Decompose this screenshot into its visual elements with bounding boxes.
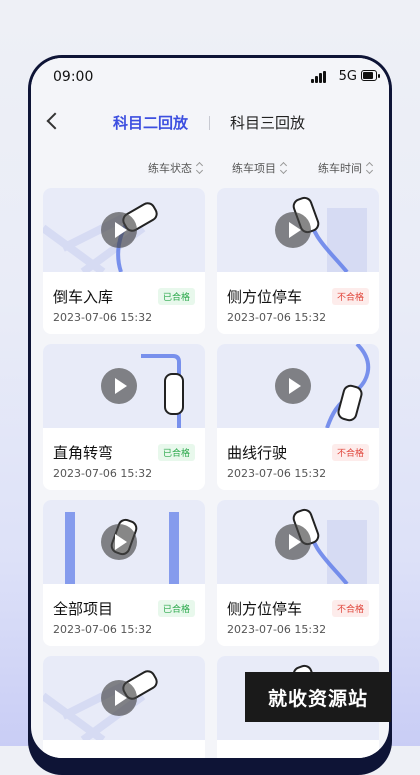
sort-arrows-icon bbox=[196, 163, 204, 173]
back-chevron-icon[interactable] bbox=[41, 108, 65, 134]
status-time: 09:00 bbox=[53, 69, 94, 85]
tab-divider bbox=[209, 116, 210, 130]
card-title: 全部项目 bbox=[53, 600, 114, 618]
status-badge: 已合格 bbox=[157, 444, 195, 461]
card-title: 侧方位停车 bbox=[227, 600, 303, 618]
replay-thumbnail bbox=[43, 656, 205, 740]
battery-icon bbox=[361, 70, 380, 81]
top-nav: 科目二回放 科目三回放 bbox=[31, 102, 389, 142]
tab-subject-three-replay[interactable]: 科目三回放 bbox=[230, 112, 305, 133]
filter-practice-time[interactable]: 练车时间 bbox=[318, 160, 374, 176]
watermark-label: 就收资源站 bbox=[245, 672, 391, 722]
card-date: 2023-07-06 15:32 bbox=[227, 311, 327, 324]
signal-icon bbox=[311, 71, 327, 83]
filter-bar: 练车状态 练车项目 练车时间 bbox=[31, 156, 389, 180]
play-icon[interactable] bbox=[101, 524, 137, 560]
replay-card[interactable]: 侧方位停车 不合格 2023-07-06 15:32 bbox=[217, 500, 379, 646]
replay-thumbnail bbox=[43, 188, 205, 272]
card-date: 2023-07-06 15:32 bbox=[53, 623, 153, 636]
replay-card[interactable]: 侧方位停车 不合格 2023-07-06 15:32 bbox=[217, 188, 379, 334]
play-icon[interactable] bbox=[101, 368, 137, 404]
card-date: 2023-07-06 15:32 bbox=[227, 467, 327, 480]
play-icon[interactable] bbox=[275, 368, 311, 404]
status-badge: 已合格 bbox=[157, 600, 195, 617]
tab-subject-two-replay[interactable]: 科目二回放 bbox=[113, 112, 188, 133]
replay-thumbnail bbox=[217, 344, 379, 428]
sort-arrows-icon bbox=[366, 163, 374, 173]
card-title: 曲线行驶 bbox=[227, 444, 288, 462]
card-date: 2023-07-06 15:32 bbox=[53, 311, 153, 324]
status-badge: 不合格 bbox=[331, 444, 369, 461]
network-label: 5G bbox=[338, 69, 357, 84]
card-date: 2023-07-06 15:32 bbox=[227, 623, 327, 636]
filter-practice-item[interactable]: 练车项目 bbox=[232, 160, 288, 176]
app-screen: 09:00 5G 科目二回放 科目三回放 练车状态 练车项目 练车时间 倒车入库… bbox=[31, 58, 389, 758]
play-icon[interactable] bbox=[101, 212, 137, 248]
card-title: 直角转弯 bbox=[53, 444, 114, 462]
filter-label: 练车时间 bbox=[318, 162, 362, 175]
replay-card[interactable] bbox=[43, 656, 205, 758]
status-badge: 不合格 bbox=[331, 600, 369, 617]
filter-practice-status[interactable]: 练车状态 bbox=[148, 160, 204, 176]
filter-label: 练车项目 bbox=[232, 162, 276, 175]
card-title: 倒车入库 bbox=[53, 288, 114, 306]
status-badge: 不合格 bbox=[331, 288, 369, 305]
replay-card[interactable]: 全部项目 已合格 2023-07-06 15:32 bbox=[43, 500, 205, 646]
replay-thumbnail bbox=[43, 344, 205, 428]
status-bar: 09:00 5G bbox=[31, 58, 389, 94]
replay-card[interactable]: 曲线行驶 不合格 2023-07-06 15:32 bbox=[217, 344, 379, 490]
replay-card[interactable]: 直角转弯 已合格 2023-07-06 15:32 bbox=[43, 344, 205, 490]
card-date: 2023-07-06 15:32 bbox=[53, 467, 153, 480]
filter-label: 练车状态 bbox=[148, 162, 192, 175]
play-icon[interactable] bbox=[275, 212, 311, 248]
play-icon[interactable] bbox=[101, 680, 137, 716]
replay-card[interactable]: 倒车入库 已合格 2023-07-06 15:32 bbox=[43, 188, 205, 334]
play-icon[interactable] bbox=[275, 524, 311, 560]
status-badge: 已合格 bbox=[157, 288, 195, 305]
card-title: 侧方位停车 bbox=[227, 288, 303, 306]
replay-thumbnail bbox=[217, 188, 379, 272]
replay-thumbnail bbox=[217, 500, 379, 584]
replay-thumbnail bbox=[43, 500, 205, 584]
sort-arrows-icon bbox=[280, 163, 288, 173]
